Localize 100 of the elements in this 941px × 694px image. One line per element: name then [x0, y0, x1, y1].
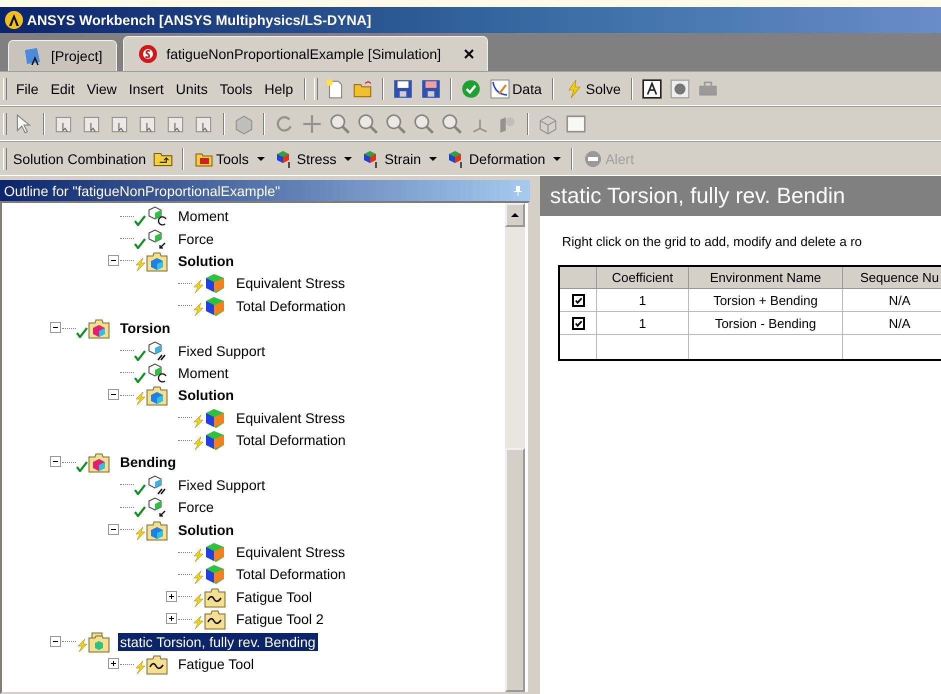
window-title: ANSYS Workbench [ANSYS Multiphysics/LS-DYNA] [27, 12, 372, 28]
tree-item[interactable]: Force [176, 498, 216, 516]
cube-icon [146, 205, 168, 228]
wave-folder-icon [146, 653, 168, 675]
tree-item[interactable]: static Torsion, fully rev. Bending [118, 632, 318, 651]
table-cell: Torsion - Bending [688, 312, 843, 334]
zoom-icon[interactable] [357, 112, 379, 134]
folder-cube-icon [88, 451, 110, 474]
folder-cube-icon [146, 384, 168, 406]
pan-icon[interactable] [301, 112, 323, 134]
tree-item[interactable]: Fatigue Tool [234, 588, 314, 606]
colored-cube-icon [204, 272, 226, 294]
menu-item[interactable]: Insert [126, 78, 167, 98]
tree-item[interactable]: Torsion [118, 319, 172, 338]
menu-item[interactable]: Tools [216, 78, 256, 98]
text-box-icon[interactable] [640, 78, 663, 100]
folder-icon [23, 46, 43, 66]
toolbar-label: Solution Combination [13, 150, 146, 166]
expander-icon[interactable] [108, 254, 119, 266]
menu-item[interactable]: View [84, 78, 120, 98]
expander-icon[interactable] [166, 590, 177, 602]
tree-item[interactable]: Equivalent Stress [234, 274, 347, 292]
menu-item[interactable]: Help [261, 78, 296, 98]
graph-icon [490, 78, 510, 98]
tree-item[interactable]: Fixed Support [176, 476, 268, 494]
wave-folder-icon [204, 586, 226, 608]
check-icon[interactable] [460, 78, 482, 100]
colored-cube-icon [204, 429, 226, 452]
cube-icon [146, 496, 168, 518]
expander-icon[interactable] [108, 389, 119, 400]
tree-item[interactable]: Moment [176, 364, 231, 382]
wave-folder-icon [204, 608, 226, 630]
column-header[interactable]: Coefficient [596, 266, 688, 288]
arrow-up-icon[interactable] [510, 212, 520, 218]
expander-icon[interactable] [50, 456, 61, 468]
tree-item[interactable]: Solution [176, 386, 236, 404]
window-icon[interactable] [565, 112, 587, 134]
solve-button[interactable]: Solve [562, 76, 623, 100]
folder-cube-icon [146, 250, 168, 272]
cube-icon [146, 228, 168, 250]
column-header[interactable]: Environment Name [688, 266, 843, 288]
checkbox[interactable] [572, 294, 584, 306]
data-button[interactable]: Data [488, 76, 544, 100]
colored-cube-icon [204, 563, 226, 586]
zoom-icon[interactable] [385, 112, 407, 134]
colored-cube-icon [204, 294, 226, 317]
tree-item[interactable]: Fatigue Tool [176, 655, 256, 673]
tree-item[interactable]: Bending [118, 453, 178, 472]
tree-item[interactable]: Total Deformation [234, 296, 348, 315]
toolbar-button[interactable]: Deformation [445, 146, 564, 170]
expander-icon[interactable] [50, 322, 61, 334]
instruction-text: Right click on the grid to add, modify and delete a ro [562, 234, 863, 249]
tree-item[interactable]: Solution [176, 520, 236, 539]
alert-icon [583, 148, 604, 168]
tree-item[interactable]: Force [176, 230, 216, 248]
tree-item[interactable]: Moment [176, 207, 231, 226]
tab[interactable]: [Project] [8, 40, 118, 71]
expander-icon[interactable] [108, 524, 119, 535]
table-cell: 1 [596, 312, 688, 334]
folder-cube-icon [146, 518, 168, 541]
menu-item[interactable]: Edit [48, 78, 78, 98]
tree-item[interactable]: Total Deformation [234, 565, 348, 584]
cube-icon [146, 474, 168, 496]
tree-item[interactable]: Equivalent Stress [234, 408, 347, 427]
toolbar-button[interactable]: Stress [272, 146, 354, 170]
tree-item[interactable]: Solution [176, 252, 236, 270]
menu-item[interactable]: Units [172, 78, 211, 98]
zoom-icon[interactable] [413, 112, 435, 134]
expander-icon[interactable] [108, 658, 119, 669]
cube-icon [146, 340, 168, 362]
tree-item[interactable]: Equivalent Stress [234, 543, 347, 562]
panel-title: Outline for "fatigueNonProportionalExample" [4, 182, 280, 198]
logo-icon [4, 10, 24, 30]
folder-cube-icon [88, 317, 110, 340]
save-as-icon[interactable] [420, 78, 442, 100]
column-header[interactable]: Sequence Nu [842, 266, 941, 288]
colored-cube-icon [204, 406, 226, 429]
colored-cube-icon [204, 541, 226, 564]
zoom-icon[interactable] [329, 112, 351, 134]
save-icon[interactable] [392, 78, 414, 100]
table-cell: Torsion + Bending [688, 288, 843, 312]
tree-item[interactable]: Total Deformation [234, 431, 348, 450]
expander-icon[interactable] [166, 613, 177, 624]
expander-icon[interactable] [50, 636, 61, 647]
tab[interactable]: fatigueNonProportionalExample [Simulation] [123, 36, 488, 71]
toolbar-button[interactable]: Tools [192, 146, 267, 170]
toolbar-button[interactable]: Strain [360, 146, 440, 170]
zoom-icon[interactable] [441, 112, 463, 134]
close-icon[interactable] [463, 48, 476, 60]
details-title: static Torsion, fully rev. Bendin [540, 176, 941, 216]
menu-item[interactable]: File [13, 78, 42, 98]
image-icon[interactable] [668, 78, 691, 100]
checkbox[interactable] [572, 316, 584, 330]
table-cell: 1 [596, 288, 688, 312]
tree-item[interactable]: Fixed Support [176, 342, 268, 360]
cube-icon [146, 362, 168, 384]
stacked-folders-icon [88, 630, 110, 653]
tree-item[interactable]: Fatigue Tool 2 [234, 610, 326, 628]
scrollbar[interactable] [505, 203, 525, 692]
letter-badge-icon [138, 44, 158, 64]
